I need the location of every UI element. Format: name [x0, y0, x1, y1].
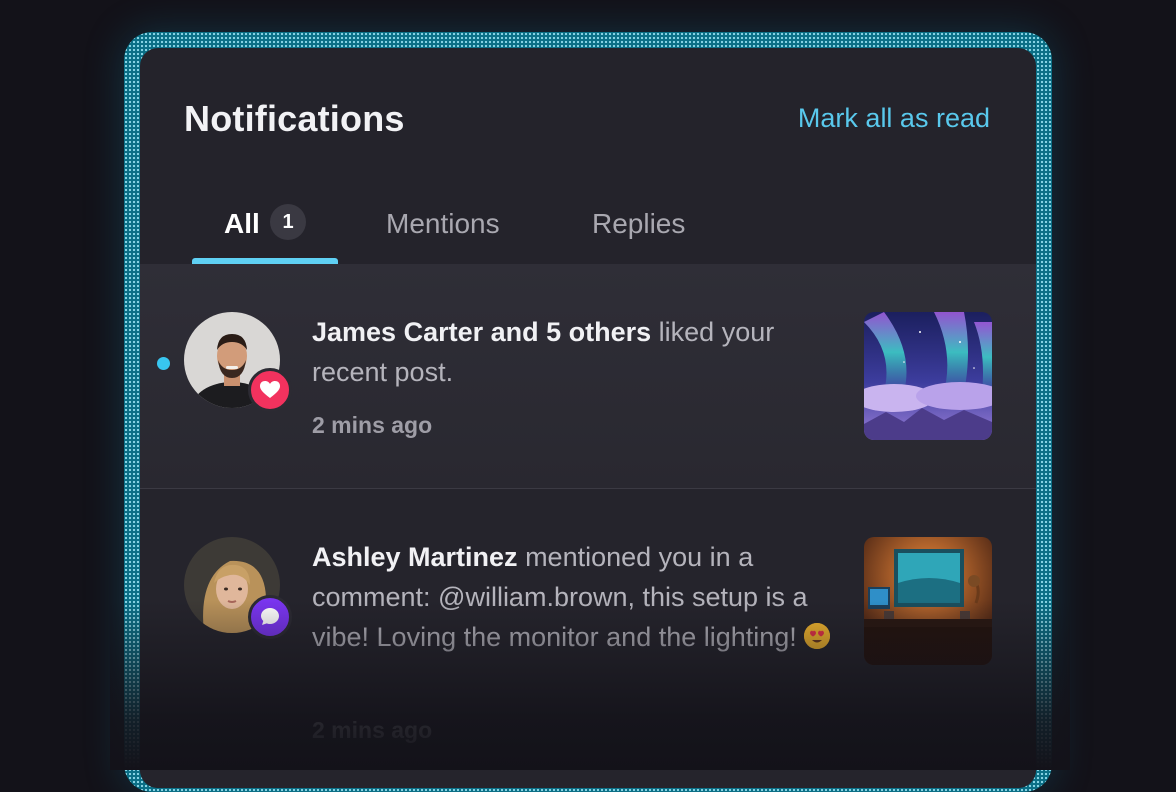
tab-replies-label: Replies — [592, 208, 686, 239]
tab-replies[interactable]: Replies — [592, 208, 685, 240]
like-reaction-badge — [248, 368, 292, 412]
heart-icon — [260, 381, 280, 398]
page-title: Notifications — [184, 98, 405, 139]
notification-list: James Carter and 5 others liked your rec… — [140, 264, 1036, 788]
tab-mentions-label: Mentions — [386, 208, 500, 239]
post-thumbnail[interactable] — [864, 312, 992, 440]
notification-message: Ashley Martinez mentioned you in a comme… — [312, 537, 832, 657]
unread-count-badge: 1 — [270, 204, 306, 240]
notification-actor: Ashley Martinez — [312, 542, 518, 572]
notification-time: 2 mins ago — [312, 717, 433, 743]
tab-bar: All 1 Mentions Replies — [140, 198, 1036, 264]
tab-mentions[interactable]: Mentions — [386, 208, 500, 240]
mark-all-read-link[interactable]: Mark all as read — [798, 103, 990, 134]
comment-reaction-badge — [248, 595, 292, 639]
tab-all-label: All — [224, 208, 260, 239]
notification-item[interactable]: Ashley Martinez mentioned you in a comme… — [140, 489, 1036, 788]
unread-indicator — [157, 357, 170, 370]
comment-icon — [261, 608, 279, 625]
tab-all[interactable]: All — [224, 208, 260, 240]
notifications-panel: Notifications Mark all as read All 1 Men… — [140, 48, 1036, 788]
notification-message: James Carter and 5 others liked your rec… — [312, 312, 832, 392]
post-thumbnail[interactable] — [864, 537, 992, 665]
notification-actor: James Carter and 5 others — [312, 317, 652, 347]
notification-time: 2 mins ago — [312, 412, 433, 438]
heart-eyes-emoji-icon — [804, 623, 831, 649]
notification-item[interactable]: James Carter and 5 others liked your rec… — [140, 264, 1036, 489]
